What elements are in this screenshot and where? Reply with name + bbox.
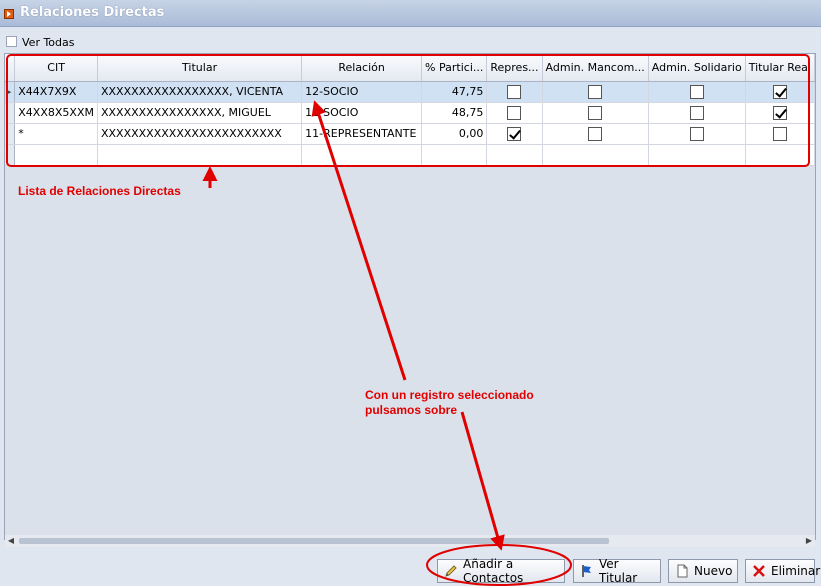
cell-participacion[interactable]: 0,00	[421, 123, 488, 145]
cell-admin-mancom	[542, 102, 649, 124]
cell-repres	[486, 123, 543, 145]
row-checkbox[interactable]	[507, 126, 522, 141]
table-row-empty	[5, 144, 816, 166]
column-header-admin-solidario[interactable]: Admin. Solidario	[648, 54, 746, 82]
row-checkbox[interactable]	[689, 105, 704, 120]
annotation-instruccion-2: pulsamos sobre	[365, 403, 458, 417]
row-checkbox[interactable]	[507, 84, 522, 99]
scroll-left-icon[interactable]: ◀	[5, 536, 17, 546]
cell-titular-real	[745, 81, 816, 103]
row-checkbox[interactable]	[772, 105, 787, 120]
nuevo-button[interactable]: Nuevo	[668, 559, 738, 583]
cell-titular[interactable]: XXXXXXXXXXXXXXXXX, VICENTA	[97, 81, 303, 103]
relaciones-table: CIT Titular Relación % Partici... Repres…	[5, 54, 816, 166]
empty-cell	[486, 144, 543, 166]
eliminar-button[interactable]: Eliminar	[745, 559, 820, 583]
column-header-relacion[interactable]: Relación	[301, 54, 423, 82]
red-x-icon	[752, 564, 766, 578]
cell-titular-real	[745, 102, 816, 124]
empty-cell	[301, 144, 423, 166]
cell-relacion[interactable]: 11-REPRESENTANTE	[301, 123, 423, 145]
row-checkbox[interactable]	[689, 84, 704, 99]
empty-cell	[745, 144, 816, 166]
table-row[interactable]: ▸ X44X7X9X XXXXXXXXXXXXXXXXX, VICENTA 12-SO…	[5, 81, 816, 103]
row-checkbox[interactable]	[588, 105, 603, 120]
cell-participacion[interactable]: 47,75	[421, 81, 488, 103]
cell-repres	[486, 81, 543, 103]
row-checkbox[interactable]	[507, 105, 522, 120]
nuevo-label: Nuevo	[694, 564, 733, 578]
annotation-instruccion-1: Con un registro seleccionado	[365, 388, 534, 402]
empty-cell	[5, 144, 16, 166]
cell-admin-mancom	[542, 81, 649, 103]
cell-titular[interactable]: XXXXXXXXXXXXXXXXXXXXXXXX	[97, 123, 303, 145]
cell-cit[interactable]: X4XX8X5XXM	[14, 102, 98, 124]
column-header-titular[interactable]: Titular	[97, 54, 303, 82]
window-titlebar: Relaciones Directas	[0, 0, 821, 27]
window-title: Relaciones Directas	[20, 5, 165, 20]
row-indicator[interactable]: ▸	[5, 81, 16, 103]
row-checkbox[interactable]	[689, 126, 704, 141]
flag-icon	[580, 564, 594, 578]
cell-relacion[interactable]: 12-SOCIO	[301, 81, 423, 103]
empty-cell	[648, 144, 746, 166]
empty-cell	[421, 144, 488, 166]
cell-repres	[486, 102, 543, 124]
row-checkbox[interactable]	[588, 126, 603, 141]
document-icon	[675, 564, 689, 578]
scroll-thumb[interactable]	[19, 538, 609, 544]
cell-admin-mancom	[542, 123, 649, 145]
ver-titular-label: Ver Titular	[599, 557, 638, 585]
column-header-cit[interactable]: CIT	[14, 54, 98, 82]
anadir-contactos-label: Añadir a Contactos	[463, 557, 524, 585]
indicator-header	[5, 54, 16, 82]
cell-titular-real	[745, 123, 816, 145]
cell-participacion[interactable]: 48,75	[421, 102, 488, 124]
empty-cell	[542, 144, 649, 166]
cell-admin-solidario	[648, 123, 746, 145]
relaciones-grid[interactable]: CIT Titular Relación % Partici... Repres…	[4, 53, 816, 547]
pencil-icon	[444, 564, 458, 578]
cell-titular[interactable]: XXXXXXXXXXXXXXXX, MIGUEL	[97, 102, 303, 124]
header-row: CIT Titular Relación % Partici... Repres…	[5, 54, 816, 82]
cell-cit[interactable]: *	[14, 123, 98, 145]
cell-admin-solidario	[648, 81, 746, 103]
column-header-titular-real[interactable]: Titular Real	[745, 54, 816, 82]
column-header-repres[interactable]: Repres...	[486, 54, 543, 82]
row-checkbox[interactable]	[772, 126, 787, 141]
column-header-admin-mancom[interactable]: Admin. Mancom...	[542, 54, 649, 82]
ver-todas-label[interactable]: Ver Todas	[22, 36, 75, 49]
row-indicator[interactable]	[5, 102, 16, 124]
table-row[interactable]: * XXXXXXXXXXXXXXXXXXXXXXXX 11-REPRESENTANT…	[5, 123, 816, 145]
row-indicator[interactable]	[5, 123, 16, 145]
play-icon	[4, 9, 14, 19]
table-row[interactable]: X4XX8X5XXM XXXXXXXXXXXXXXXX, MIGUEL 12-SOC…	[5, 102, 816, 124]
cell-relacion[interactable]: 12-SOCIO	[301, 102, 423, 124]
row-checkbox[interactable]	[772, 84, 787, 99]
cell-admin-solidario	[648, 102, 746, 124]
horizontal-scrollbar[interactable]: ◀ ▶	[5, 535, 815, 547]
column-header-participacion[interactable]: % Partici...	[421, 54, 488, 82]
empty-cell	[97, 144, 303, 166]
anadir-contactos-button[interactable]: Añadir a Contactos	[437, 557, 565, 585]
eliminar-label: Eliminar	[771, 564, 821, 578]
scroll-right-icon[interactable]: ▶	[803, 536, 815, 546]
row-checkbox[interactable]	[588, 84, 603, 99]
ver-titular-button[interactable]: Ver Titular	[573, 557, 661, 585]
cell-cit[interactable]: X44X7X9X	[14, 81, 98, 103]
ver-todas-checkbox[interactable]	[6, 36, 17, 47]
table-body: ▸ X44X7X9X XXXXXXXXXXXXXXXXX, VICENTA 12-SO…	[5, 81, 816, 166]
annotation-lista: Lista de Relaciones Directas	[18, 184, 181, 198]
empty-cell	[14, 144, 98, 166]
